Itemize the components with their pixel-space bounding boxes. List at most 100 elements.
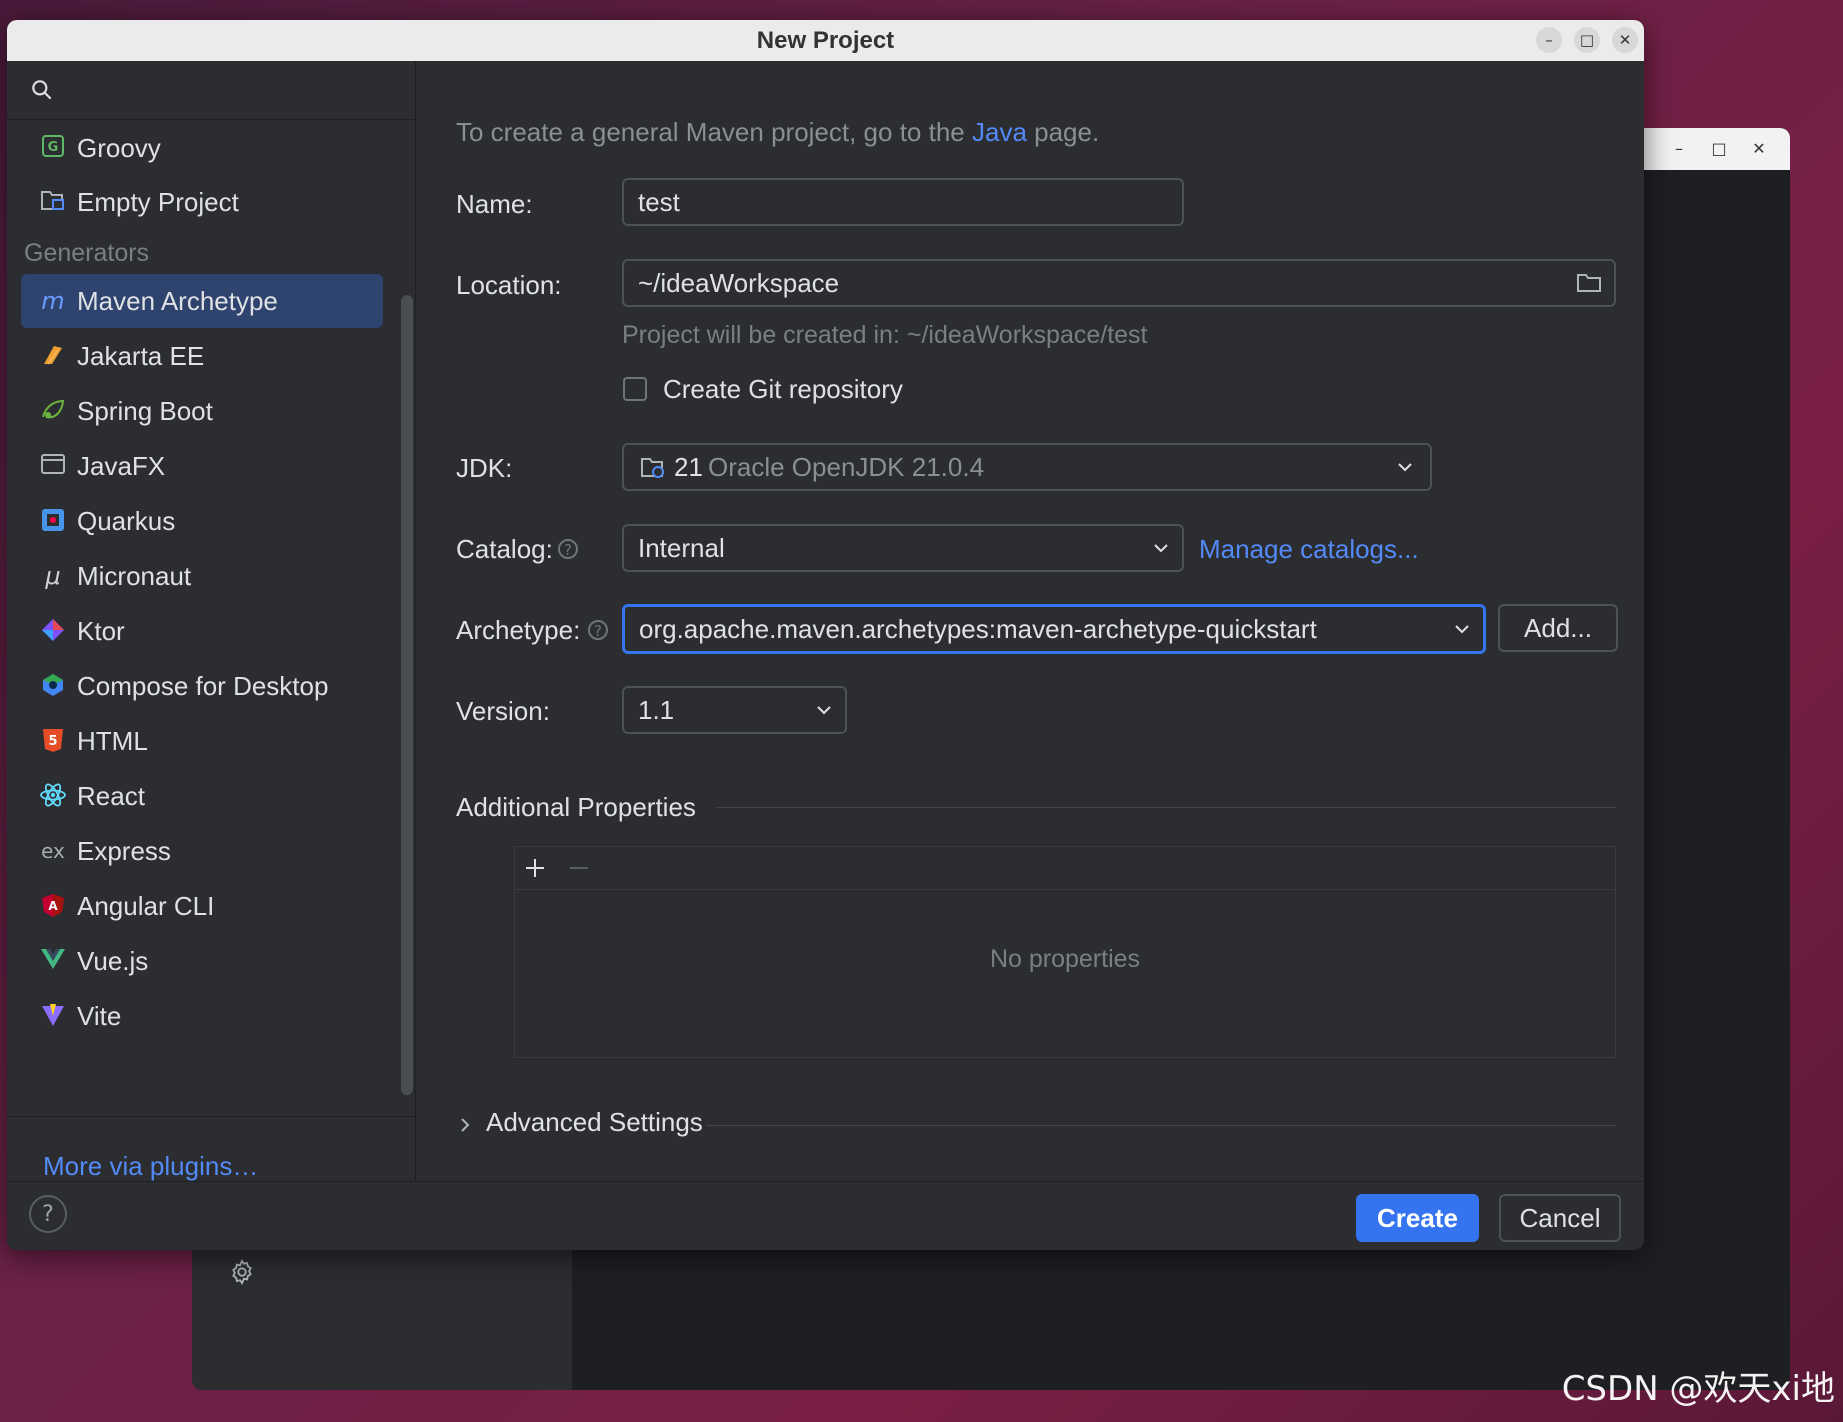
sidebar-item-label: Groovy — [77, 133, 161, 163]
archetype-label: Archetype: — [456, 615, 581, 645]
empty-project-icon — [39, 188, 67, 216]
sidebar-item-express[interactable]: ex Express — [21, 824, 383, 878]
vue-icon — [39, 947, 67, 975]
close-icon[interactable]: ✕ — [1744, 134, 1774, 164]
svg-text:A: A — [48, 899, 58, 913]
minimize-icon[interactable]: – — [1664, 134, 1694, 164]
close-icon[interactable]: ✕ — [1612, 27, 1638, 53]
chevron-down-icon — [1398, 463, 1412, 472]
sidebar-item-ktor[interactable]: Ktor — [21, 604, 383, 658]
version-value: 1.1 — [638, 695, 675, 725]
sidebar-item-label: Quarkus — [77, 506, 176, 536]
chevron-down-icon — [1154, 544, 1168, 553]
jdk-name: Oracle OpenJDK 21.0.4 — [708, 452, 985, 482]
sidebar-item-compose-for-desktop[interactable]: Compose for Desktop — [21, 659, 383, 713]
sidebar-item-groovy[interactable]: G Groovy — [21, 121, 383, 175]
intro-text: To create a general Maven project, go to… — [456, 117, 1099, 148]
settings-gear-icon[interactable] — [228, 1258, 256, 1286]
search-icon[interactable] — [29, 77, 55, 103]
version-label: Version: — [456, 696, 550, 726]
sidebar-divider — [7, 1116, 415, 1117]
archetype-select[interactable]: org.apache.maven.archetypes:maven-archet… — [622, 604, 1486, 654]
sidebar-item-spring-boot[interactable]: Spring Boot — [21, 384, 383, 438]
sidebar-item-label: Vite — [77, 1001, 122, 1031]
more-via-plugins-link[interactable]: More via plugins… — [43, 1151, 258, 1182]
create-button[interactable]: Create — [1356, 1194, 1479, 1242]
section-divider — [706, 1125, 1616, 1126]
jdk-select[interactable]: 21 Oracle OpenJDK 21.0.4 — [622, 443, 1432, 491]
sidebar-item-empty-project[interactable]: Empty Project — [21, 175, 383, 229]
sidebar-item-label: Empty Project — [77, 187, 239, 217]
groovy-icon: G — [39, 134, 67, 162]
catalog-select[interactable]: Internal — [622, 524, 1184, 572]
intro-suffix: page. — [1026, 117, 1100, 147]
add-property-icon[interactable] — [523, 856, 547, 880]
sidebar-item-html[interactable]: 5 HTML — [21, 714, 383, 768]
jakarta-icon — [39, 342, 67, 370]
maven-icon: m — [41, 287, 65, 315]
project-settings-panel: To create a general Maven project, go to… — [416, 61, 1644, 1181]
add-archetype-button[interactable]: Add... — [1498, 604, 1618, 652]
catalog-help-icon[interactable]: ? — [558, 539, 578, 559]
sidebar-scrollbar[interactable] — [401, 295, 413, 1095]
archetype-help-icon[interactable]: ? — [588, 620, 608, 640]
location-field[interactable]: ~/ideaWorkspace — [622, 259, 1616, 307]
sidebar-search[interactable] — [7, 61, 415, 120]
help-button[interactable]: ? — [29, 1195, 67, 1233]
maximize-icon[interactable]: □ — [1704, 134, 1734, 164]
angular-icon: A — [39, 892, 67, 920]
section-divider — [716, 807, 1616, 808]
location-value: ~/ideaWorkspace — [638, 268, 840, 298]
remove-property-icon[interactable] — [567, 856, 591, 880]
sidebar-item-quarkus[interactable]: Quarkus — [21, 494, 383, 548]
advanced-settings-toggle[interactable]: Advanced Settings — [486, 1107, 703, 1138]
sidebar-item-jakarta-ee[interactable]: Jakarta EE — [21, 329, 383, 383]
properties-table: No properties — [514, 846, 1616, 1058]
sidebar-item-vite[interactable]: Vite — [21, 989, 383, 1043]
name-field[interactable]: test — [622, 178, 1184, 226]
sidebar-item-label: Vue.js — [77, 946, 149, 976]
sidebar-item-label: React — [77, 781, 145, 811]
dialog-footer: ? Create Cancel — [7, 1181, 1644, 1250]
sidebar-item-vue-js[interactable]: Vue.js — [21, 934, 383, 988]
sidebar-item-label: Angular CLI — [77, 891, 215, 921]
browse-folder-icon[interactable] — [1576, 272, 1602, 294]
create-git-repository-checkbox[interactable] — [623, 377, 647, 401]
chevron-right-icon[interactable] — [458, 1114, 472, 1136]
location-hint: Project will be created in: ~/ideaWorksp… — [622, 321, 1148, 349]
cancel-button[interactable]: Cancel — [1499, 1194, 1621, 1242]
location-label: Location: — [456, 270, 562, 300]
minimize-icon[interactable]: – — [1536, 27, 1562, 53]
dialog-title: New Project — [756, 27, 895, 54]
ktor-icon — [39, 617, 67, 645]
chevron-down-icon — [1455, 625, 1469, 634]
sidebar-item-label: Ktor — [77, 616, 125, 646]
properties-toolbar — [515, 847, 1615, 890]
micronaut-icon: μ — [45, 562, 61, 590]
name-label: Name: — [456, 189, 533, 219]
compose-icon — [39, 672, 67, 700]
sidebar-item-react[interactable]: React — [21, 769, 383, 823]
dialog-titlebar: New Project – □ ✕ — [7, 20, 1644, 61]
new-project-dialog: New Project – □ ✕ G Groovy Empty Project… — [7, 20, 1644, 1250]
generator-sidebar: G Groovy Empty Project Generators m Mave… — [7, 61, 416, 1181]
sidebar-item-javafx[interactable]: JavaFX — [21, 439, 383, 493]
maximize-icon[interactable]: □ — [1574, 27, 1600, 53]
java-page-link[interactable]: Java — [972, 117, 1027, 147]
sidebar-item-label: Spring Boot — [77, 396, 213, 426]
sidebar-item-maven-archetype[interactable]: m Maven Archetype — [21, 274, 383, 328]
sidebar-item-label: JavaFX — [77, 451, 166, 481]
sidebar-item-angular-cli[interactable]: A Angular CLI — [21, 879, 383, 933]
additional-properties-title: Additional Properties — [456, 792, 696, 822]
sidebar-item-micronaut[interactable]: μ Micronaut — [21, 549, 383, 603]
archetype-value: org.apache.maven.archetypes:maven-archet… — [639, 614, 1317, 644]
manage-catalogs-link[interactable]: Manage catalogs... — [1199, 534, 1419, 565]
sidebar-item-label: Jakarta EE — [77, 341, 205, 371]
jdk-label: JDK: — [456, 453, 513, 483]
sidebar-item-label: HTML — [77, 726, 148, 756]
version-select[interactable]: 1.1 — [622, 686, 847, 734]
no-properties-text: No properties — [989, 945, 1141, 973]
watermark: CSDN @欢天xi地 — [1561, 1369, 1835, 1409]
generators-section-label: Generators — [24, 239, 150, 267]
html-icon: 5 — [39, 727, 67, 755]
